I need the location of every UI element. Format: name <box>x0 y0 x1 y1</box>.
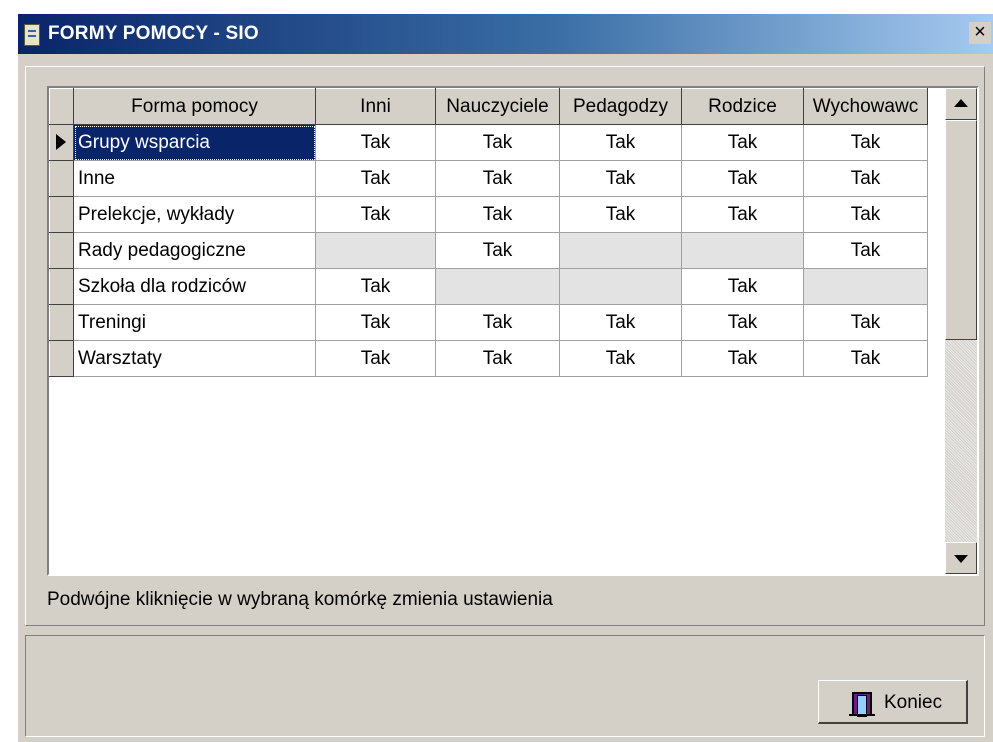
grid-cell[interactable] <box>681 232 804 269</box>
data-grid[interactable]: Forma pomocy Inni Nauczyciele Pedagodzy … <box>47 86 979 576</box>
grid-cell[interactable]: Tak <box>435 196 560 233</box>
close-icon: × <box>974 21 986 43</box>
grid-cell[interactable]: Tak <box>315 196 436 233</box>
grid-cell[interactable]: Tak <box>803 232 928 269</box>
cell-forma-pomocy[interactable]: Rady pedagogiczne <box>73 232 316 269</box>
grid-cell[interactable]: Tak <box>315 304 436 341</box>
table-row[interactable]: Treningi Tak Tak Tak Tak Tak <box>49 304 928 341</box>
grid-cell[interactable]: Tak <box>681 304 804 341</box>
grid-cell[interactable]: Tak <box>559 196 682 233</box>
grid-cell[interactable]: Tak <box>315 340 436 377</box>
grid-cell[interactable]: Tak <box>681 340 804 377</box>
table-row[interactable]: Grupy wsparcia Tak Tak Tak Tak Tak <box>49 124 928 161</box>
title-bar[interactable]: FORMY POMOCY - SIO <box>18 14 993 54</box>
grid-cell[interactable]: Tak <box>803 304 928 341</box>
grid-cell[interactable]: Tak <box>803 160 928 197</box>
grid-cell[interactable]: Tak <box>435 304 560 341</box>
grid-cell[interactable]: Tak <box>803 124 928 161</box>
grid-cell[interactable]: Tak <box>435 124 560 161</box>
cell-forma-pomocy[interactable]: Grupy wsparcia <box>73 124 316 161</box>
arrow-down-icon <box>954 555 968 563</box>
row-indicator[interactable] <box>49 268 74 305</box>
grid-cell[interactable] <box>559 268 682 305</box>
table-row[interactable]: Inne Tak Tak Tak Tak Tak <box>49 160 928 197</box>
koniec-button[interactable]: Koniec <box>818 680 968 724</box>
column-header-inni[interactable]: Inni <box>315 88 436 125</box>
app-book-icon <box>24 24 40 46</box>
current-row-arrow-icon <box>56 134 66 150</box>
cell-forma-pomocy[interactable]: Warsztaty <box>73 340 316 377</box>
grid-cell[interactable]: Tak <box>681 196 804 233</box>
grid-cell[interactable]: Tak <box>803 196 928 233</box>
cell-forma-pomocy[interactable]: Prelekcje, wykłady <box>73 196 316 233</box>
hint-text: Podwójne kliknięcie w wybraną komórkę zm… <box>47 589 553 610</box>
grid-cell[interactable] <box>559 232 682 269</box>
header-corner <box>49 88 74 125</box>
dialog-window: FORMY POMOCY - SIO Forma pomocy Inni Nau… <box>18 14 993 742</box>
grid-cell[interactable]: Tak <box>559 340 682 377</box>
column-header-forma-pomocy[interactable]: Forma pomocy <box>73 88 316 125</box>
koniec-button-label: Koniec <box>884 692 943 713</box>
column-header-wychowawcy[interactable]: Wychowawc <box>803 88 928 125</box>
table-row[interactable]: Rady pedagogiczne Tak Tak <box>49 232 928 269</box>
scrollbar-thumb[interactable] <box>945 120 977 340</box>
column-header-rodzice[interactable]: Rodzice <box>681 88 804 125</box>
grid-cell[interactable]: Tak <box>681 160 804 197</box>
cell-forma-pomocy[interactable]: Szkoła dla rodziców <box>73 268 316 305</box>
grid-table: Forma pomocy Inni Nauczyciele Pedagodzy … <box>49 88 928 377</box>
grid-cell[interactable]: Tak <box>435 160 560 197</box>
grid-cell[interactable] <box>803 268 928 305</box>
vertical-scrollbar[interactable] <box>945 88 977 574</box>
cell-forma-pomocy[interactable]: Treningi <box>73 304 316 341</box>
row-indicator[interactable] <box>49 124 74 161</box>
grid-cell[interactable] <box>435 268 560 305</box>
grid-cell[interactable]: Tak <box>315 160 436 197</box>
column-header-nauczyciele[interactable]: Nauczyciele <box>435 88 560 125</box>
arrow-up-icon <box>954 99 968 107</box>
column-header-pedagodzy[interactable]: Pedagodzy <box>559 88 682 125</box>
row-indicator[interactable] <box>49 196 74 233</box>
row-indicator[interactable] <box>49 160 74 197</box>
grid-cell[interactable]: Tak <box>681 124 804 161</box>
table-row[interactable]: Prelekcje, wykłady Tak Tak Tak Tak Tak <box>49 196 928 233</box>
scroll-down-button[interactable] <box>945 542 977 574</box>
grid-cell[interactable]: Tak <box>681 268 804 305</box>
grid-cell[interactable]: Tak <box>559 160 682 197</box>
scroll-up-button[interactable] <box>945 88 977 120</box>
grid-cell[interactable]: Tak <box>315 124 436 161</box>
grid-cell[interactable]: Tak <box>559 304 682 341</box>
grid-header-row: Forma pomocy Inni Nauczyciele Pedagodzy … <box>49 88 928 125</box>
row-indicator[interactable] <box>49 232 74 269</box>
grid-cell[interactable]: Tak <box>559 124 682 161</box>
grid-cell[interactable]: Tak <box>435 340 560 377</box>
grid-cell[interactable]: Tak <box>435 232 560 269</box>
row-indicator[interactable] <box>49 340 74 377</box>
exit-door-icon <box>849 688 875 717</box>
grid-cell[interactable]: Tak <box>803 340 928 377</box>
grid-cell[interactable]: Tak <box>315 268 436 305</box>
row-indicator[interactable] <box>49 304 74 341</box>
table-row[interactable]: Warsztaty Tak Tak Tak Tak Tak <box>49 340 928 377</box>
window-title: FORMY POMOCY - SIO <box>48 23 259 44</box>
cell-forma-pomocy[interactable]: Inne <box>73 160 316 197</box>
table-row[interactable]: Szkoła dla rodziców Tak Tak <box>49 268 928 305</box>
grid-cell[interactable] <box>315 232 436 269</box>
close-button[interactable]: × <box>969 22 991 44</box>
